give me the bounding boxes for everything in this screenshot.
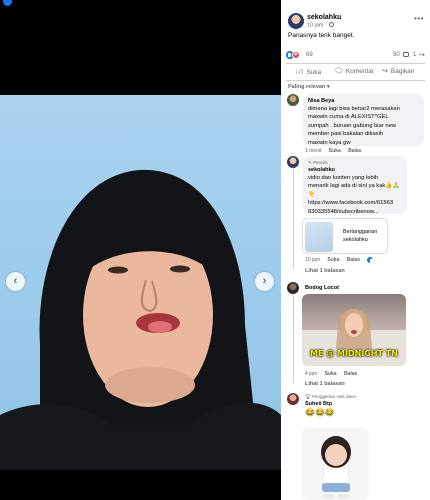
- comment-like-button[interactable]: Suka: [329, 148, 341, 154]
- more-icon[interactable]: •••: [414, 14, 424, 23]
- comment: ✎ Penulis sekolahku vidio dan konten yan…: [284, 156, 430, 216]
- comment-time[interactable]: 10 jam: [305, 257, 320, 263]
- comment-time[interactable]: 1 menit: [305, 148, 321, 154]
- comment-link[interactable]: https://www.facebook.com/61563 830335548…: [308, 199, 402, 216]
- post-photo: [0, 95, 281, 470]
- comment-button[interactable]: 🗨︎ Komentar: [334, 67, 374, 75]
- comment: 🏆︎ Penggemar naik daun Suheii Btp 😂😂😂: [284, 393, 430, 423]
- comment-bubble: ✎ Penulis sekolahku vidio dan konten yan…: [303, 156, 407, 216]
- comment-meta: 1 menit Suka Balas: [305, 148, 367, 154]
- commenter-name[interactable]: Suheii Btp: [305, 400, 356, 408]
- comment-gif[interactable]: ME @ MIDNIGHT TN: [302, 294, 406, 366]
- commenter-avatar[interactable]: [287, 393, 299, 405]
- comment-count[interactable]: 50: [393, 52, 400, 58]
- comment-sticker[interactable]: [302, 428, 369, 500]
- comment-reply-button[interactable]: Balas: [347, 257, 360, 263]
- share-count[interactable]: 1: [413, 52, 416, 58]
- chevron-right-icon[interactable]: ›: [255, 272, 274, 291]
- comment-like-button[interactable]: Suka: [325, 371, 337, 377]
- divider: [286, 80, 425, 81]
- author-badge: Penulis: [313, 160, 328, 165]
- facebook-logo-icon[interactable]: [3, 0, 12, 6]
- comment-label: Komentar: [345, 68, 375, 75]
- commenter-name[interactable]: sekolahku: [308, 166, 402, 174]
- comment-stat-icon: [403, 52, 409, 57]
- comment-icon: 🗨︎: [334, 68, 343, 75]
- page-name[interactable]: sekolahku: [307, 14, 341, 21]
- sticker-illustration: [321, 436, 351, 499]
- comment-text: vidio dan konten yang lebih menarik lagi…: [308, 175, 400, 198]
- commenter-name[interactable]: Bodog Locot: [305, 284, 339, 292]
- divider: [286, 63, 425, 64]
- photo-viewer: ‹ ›: [0, 0, 281, 500]
- post-header: sekolahku 10 jam · •••: [285, 12, 426, 32]
- fan-badge: Penggemar naik daun: [311, 394, 356, 399]
- comment-bubble: Nisa Beya dimana lagi bisa benar2 merasa…: [303, 94, 424, 146]
- love-reaction-icon: [292, 51, 300, 59]
- post-panel: sekolahku 10 jam · ••• Panasnya terik ba…: [281, 0, 430, 500]
- post-caption: Panasnya terik banget.: [288, 32, 355, 39]
- like-label: Suka: [306, 69, 322, 76]
- commenter-avatar[interactable]: [287, 282, 299, 294]
- comment-reply-button[interactable]: Balas: [348, 148, 361, 154]
- comment-text: dimana lagi bisa benar2 merasakan maxwin…: [308, 106, 400, 146]
- comment-filter-label: Paling relevan: [288, 84, 326, 90]
- commenter-avatar[interactable]: [287, 156, 299, 168]
- view-replies-link[interactable]: Lihat 1 balasan: [305, 381, 345, 387]
- comment-meta: 4 jam Suka Balas: [305, 371, 363, 377]
- selfie-illustration: [0, 169, 281, 470]
- comment-emojis: 😂😂😂: [305, 408, 335, 417]
- chevron-left-icon[interactable]: ‹: [6, 272, 25, 291]
- share-button[interactable]: ↪ Bagikan: [382, 67, 414, 75]
- thumbs-up-icon: 👍︎: [296, 69, 304, 76]
- comment-filter-dropdown[interactable]: Paling relevan ▾: [288, 84, 330, 90]
- thread-line: [293, 293, 294, 383]
- trophy-icon: 🏆︎: [305, 394, 312, 399]
- post-time-text: 10 jam: [307, 22, 324, 29]
- share-icon: ↪: [382, 68, 388, 75]
- action-bar: 👍︎ Suka 🗨︎ Komentar ↪ Bagikan: [286, 65, 425, 80]
- like-button[interactable]: 👍︎ Suka: [296, 67, 321, 76]
- reaction-icons[interactable]: [286, 51, 300, 59]
- comment: Nisa Beya dimana lagi bisa benar2 merasa…: [284, 94, 430, 156]
- comment-like-button[interactable]: Suka: [327, 257, 339, 263]
- globe-icon: [329, 22, 335, 27]
- reaction-count[interactable]: 69: [306, 52, 313, 58]
- share-stat-icon: ↪: [419, 52, 425, 59]
- chevron-down-icon: ▾: [326, 84, 330, 90]
- subscribe-card[interactable]: Berlangganan sekolahku: [302, 218, 388, 254]
- like-reaction-icon: [367, 257, 374, 263]
- page-avatar[interactable]: [288, 13, 304, 29]
- gif-caption: ME @ MIDNIGHT TN: [310, 349, 398, 358]
- subscribe-thumbnail: [305, 222, 333, 252]
- view-replies-link[interactable]: Lihat 1 balasan: [305, 268, 345, 274]
- commenter-name[interactable]: Nisa Beya: [308, 97, 419, 105]
- post-timestamp[interactable]: 10 jam ·: [307, 22, 335, 29]
- comment-meta: 10 jam Suka Balas: [305, 257, 379, 263]
- comment-time[interactable]: 4 jam: [305, 371, 317, 377]
- comment-reply-button[interactable]: Balas: [344, 371, 357, 377]
- subscribe-card-text: Berlangganan sekolahku: [343, 229, 378, 243]
- commenter-avatar[interactable]: [287, 94, 299, 106]
- share-label: Bagikan: [390, 68, 415, 75]
- post-stats: 69 50 1 ↪: [286, 51, 425, 61]
